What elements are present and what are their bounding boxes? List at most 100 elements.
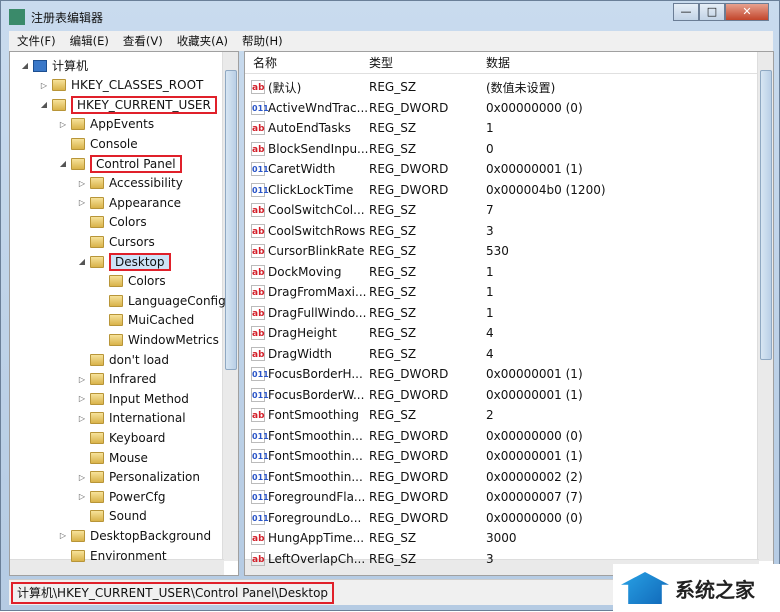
table-row[interactable]: 011 ActiveWndTrac... REG_DWORD 0x00000000 (… bbox=[251, 98, 583, 118]
expand-toggle-icon[interactable]: ◢ bbox=[58, 159, 68, 168]
tree-item[interactable]: ▷ Input Method bbox=[77, 389, 189, 408]
column-type[interactable]: 类型 bbox=[369, 54, 393, 71]
value-type: REG_DWORD bbox=[369, 162, 449, 176]
tree-item[interactable]: ▷ International bbox=[77, 409, 186, 428]
tree-item[interactable]: ▷ Personalization bbox=[77, 468, 200, 487]
column-name[interactable]: 名称 bbox=[253, 54, 277, 71]
tree-item[interactable]: Mouse bbox=[77, 448, 148, 467]
menu-help[interactable]: 帮助(H) bbox=[242, 33, 283, 49]
table-row[interactable]: ab DragHeight REG_SZ 4 bbox=[251, 323, 494, 343]
tree-item[interactable]: Environment bbox=[58, 546, 167, 565]
tree-item[interactable]: ▷ Infrared bbox=[77, 370, 156, 389]
tree-item[interactable]: ◢ HKEY_CURRENT_USER bbox=[39, 95, 217, 114]
folder-icon bbox=[90, 471, 104, 484]
string-value-icon: ab bbox=[251, 121, 265, 135]
tree-item-label: Input Method bbox=[109, 391, 189, 406]
list-vertical-scrollbar[interactable] bbox=[757, 52, 773, 561]
table-row[interactable]: ab (默认) REG_SZ (数值未设置) bbox=[251, 77, 555, 97]
folder-icon bbox=[71, 118, 85, 131]
value-type: REG_DWORD bbox=[369, 100, 449, 115]
tree-item[interactable]: Sound bbox=[77, 507, 147, 526]
tree-item-label: LanguageConfig bbox=[128, 293, 226, 308]
table-row[interactable]: 011 FontSmoothin... REG_DWORD 0x00000001 (1… bbox=[251, 446, 583, 466]
table-row[interactable]: 011 ForegroundFla... REG_DWORD 0x00000007 (… bbox=[251, 487, 583, 507]
table-row[interactable]: ab CursorBlinkRate REG_SZ 530 bbox=[251, 241, 509, 261]
folder-icon bbox=[90, 235, 104, 248]
expand-toggle-icon[interactable]: ▷ bbox=[39, 81, 49, 90]
table-row[interactable]: ab AutoEndTasks REG_SZ 1 bbox=[251, 118, 494, 138]
table-row[interactable]: ab HungAppTime... REG_SZ 3000 bbox=[251, 528, 517, 548]
folder-icon bbox=[90, 196, 104, 209]
expand-toggle-icon[interactable]: ▷ bbox=[58, 531, 68, 540]
tree-item[interactable]: Console bbox=[58, 134, 138, 153]
tree-item[interactable]: WindowMetrics bbox=[96, 330, 219, 349]
table-row[interactable]: ab DragFullWindo... REG_SZ 1 bbox=[251, 303, 494, 323]
table-row[interactable]: ab CoolSwitchCol... REG_SZ 7 bbox=[251, 200, 494, 220]
expand-toggle-icon[interactable]: ◢ bbox=[20, 61, 30, 70]
tree-item[interactable]: MuiCached bbox=[96, 311, 194, 330]
scroll-thumb[interactable] bbox=[225, 70, 237, 370]
table-row[interactable]: ab DragFromMaxi... REG_SZ 1 bbox=[251, 282, 494, 302]
maximize-button[interactable]: □ bbox=[699, 3, 725, 21]
menu-favorites[interactable]: 收藏夹(A) bbox=[177, 33, 228, 49]
expand-toggle-icon[interactable]: ▷ bbox=[77, 492, 87, 501]
tree-item[interactable]: ▷ HKEY_CLASSES_ROOT bbox=[39, 76, 203, 95]
expand-toggle-icon[interactable]: ▷ bbox=[77, 198, 87, 207]
binary-value-icon: 011 bbox=[251, 469, 269, 484]
tree-item-label: Control Panel bbox=[90, 154, 182, 173]
table-row[interactable]: ab LeftOverlapCh... REG_SZ 3 bbox=[251, 549, 494, 569]
expand-toggle-icon[interactable]: ▷ bbox=[77, 473, 87, 482]
tree-item[interactable]: ◢ Control Panel bbox=[58, 154, 182, 173]
tree-item[interactable]: Colors bbox=[77, 213, 147, 232]
binary-value-icon: 011 bbox=[251, 449, 269, 463]
table-row[interactable]: 011 ForegroundLo... REG_DWORD 0x00000000 (0… bbox=[251, 508, 583, 528]
value-data: 0x00000002 (2) bbox=[486, 469, 583, 484]
tree-item[interactable]: don't load bbox=[77, 350, 169, 369]
column-data[interactable]: 数据 bbox=[486, 54, 510, 71]
expand-toggle-icon[interactable]: ▷ bbox=[77, 375, 87, 384]
table-row[interactable]: ab BlockSendInpu... REG_SZ 0 bbox=[251, 139, 494, 159]
tree-item[interactable]: Keyboard bbox=[77, 428, 165, 447]
table-row[interactable]: 011 ClickLockTime REG_DWORD 0x000004b0 (120… bbox=[251, 180, 606, 200]
menu-bar: 文件(F) 编辑(E) 查看(V) 收藏夹(A) 帮助(H) bbox=[9, 31, 773, 51]
table-row[interactable]: 011 FontSmoothin... REG_DWORD 0x00000002 (2… bbox=[251, 467, 583, 487]
tree-item[interactable]: ▷ AppEvents bbox=[58, 115, 154, 134]
tree-item[interactable]: ◢ 计算机 bbox=[20, 56, 88, 75]
table-row[interactable]: 011 FocusBorderH... REG_DWORD 0x00000001 (1… bbox=[251, 364, 583, 384]
value-type: REG_SZ bbox=[369, 326, 417, 340]
table-row[interactable]: 011 FontSmoothin... REG_DWORD 0x00000000 (0… bbox=[251, 426, 583, 446]
table-row[interactable]: ab CoolSwitchRows REG_SZ 3 bbox=[251, 221, 494, 241]
expand-toggle-icon[interactable]: ▷ bbox=[77, 394, 87, 403]
value-type: REG_DWORD bbox=[369, 449, 449, 463]
minimize-button[interactable]: — bbox=[673, 3, 699, 21]
menu-view[interactable]: 查看(V) bbox=[123, 33, 163, 49]
expand-toggle-icon[interactable]: ▷ bbox=[77, 414, 87, 423]
table-row[interactable]: 011 FocusBorderW... REG_DWORD 0x00000001 (1… bbox=[251, 385, 583, 405]
table-row[interactable]: 011 CaretWidth REG_DWORD 0x00000001 (1) bbox=[251, 159, 583, 179]
folder-icon bbox=[109, 333, 123, 346]
tree-item[interactable]: Colors bbox=[96, 272, 166, 291]
folder-icon bbox=[71, 549, 85, 562]
tree-item-label: 计算机 bbox=[52, 59, 89, 73]
tree-item[interactable]: ▷ Appearance bbox=[77, 193, 181, 212]
expand-toggle-icon[interactable]: ▷ bbox=[58, 120, 68, 129]
expand-toggle-icon[interactable]: ◢ bbox=[77, 257, 87, 266]
value-data: 0x00000007 (7) bbox=[486, 490, 583, 504]
table-row[interactable]: ab FontSmoothing REG_SZ 2 bbox=[251, 405, 494, 425]
expand-toggle-icon[interactable]: ◢ bbox=[39, 100, 49, 109]
tree-item[interactable]: ◢ Desktop bbox=[77, 252, 171, 271]
tree-item[interactable]: LanguageConfig bbox=[96, 291, 226, 310]
scroll-thumb[interactable] bbox=[760, 70, 772, 360]
menu-file[interactable]: 文件(F) bbox=[17, 33, 56, 49]
tree-item[interactable]: ▷ DesktopBackground bbox=[58, 526, 211, 545]
tree-item[interactable]: Cursors bbox=[77, 232, 155, 251]
tree-item-label: Console bbox=[90, 136, 138, 151]
value-data: 0x00000000 (0) bbox=[486, 100, 583, 115]
tree-item[interactable]: ▷ Accessibility bbox=[77, 174, 183, 193]
menu-edit[interactable]: 编辑(E) bbox=[70, 33, 109, 49]
close-button[interactable]: ✕ bbox=[725, 3, 769, 21]
tree-item[interactable]: ▷ PowerCfg bbox=[77, 487, 166, 506]
table-row[interactable]: ab DragWidth REG_SZ 4 bbox=[251, 344, 494, 364]
table-row[interactable]: ab DockMoving REG_SZ 1 bbox=[251, 262, 494, 282]
expand-toggle-icon[interactable]: ▷ bbox=[77, 179, 87, 188]
